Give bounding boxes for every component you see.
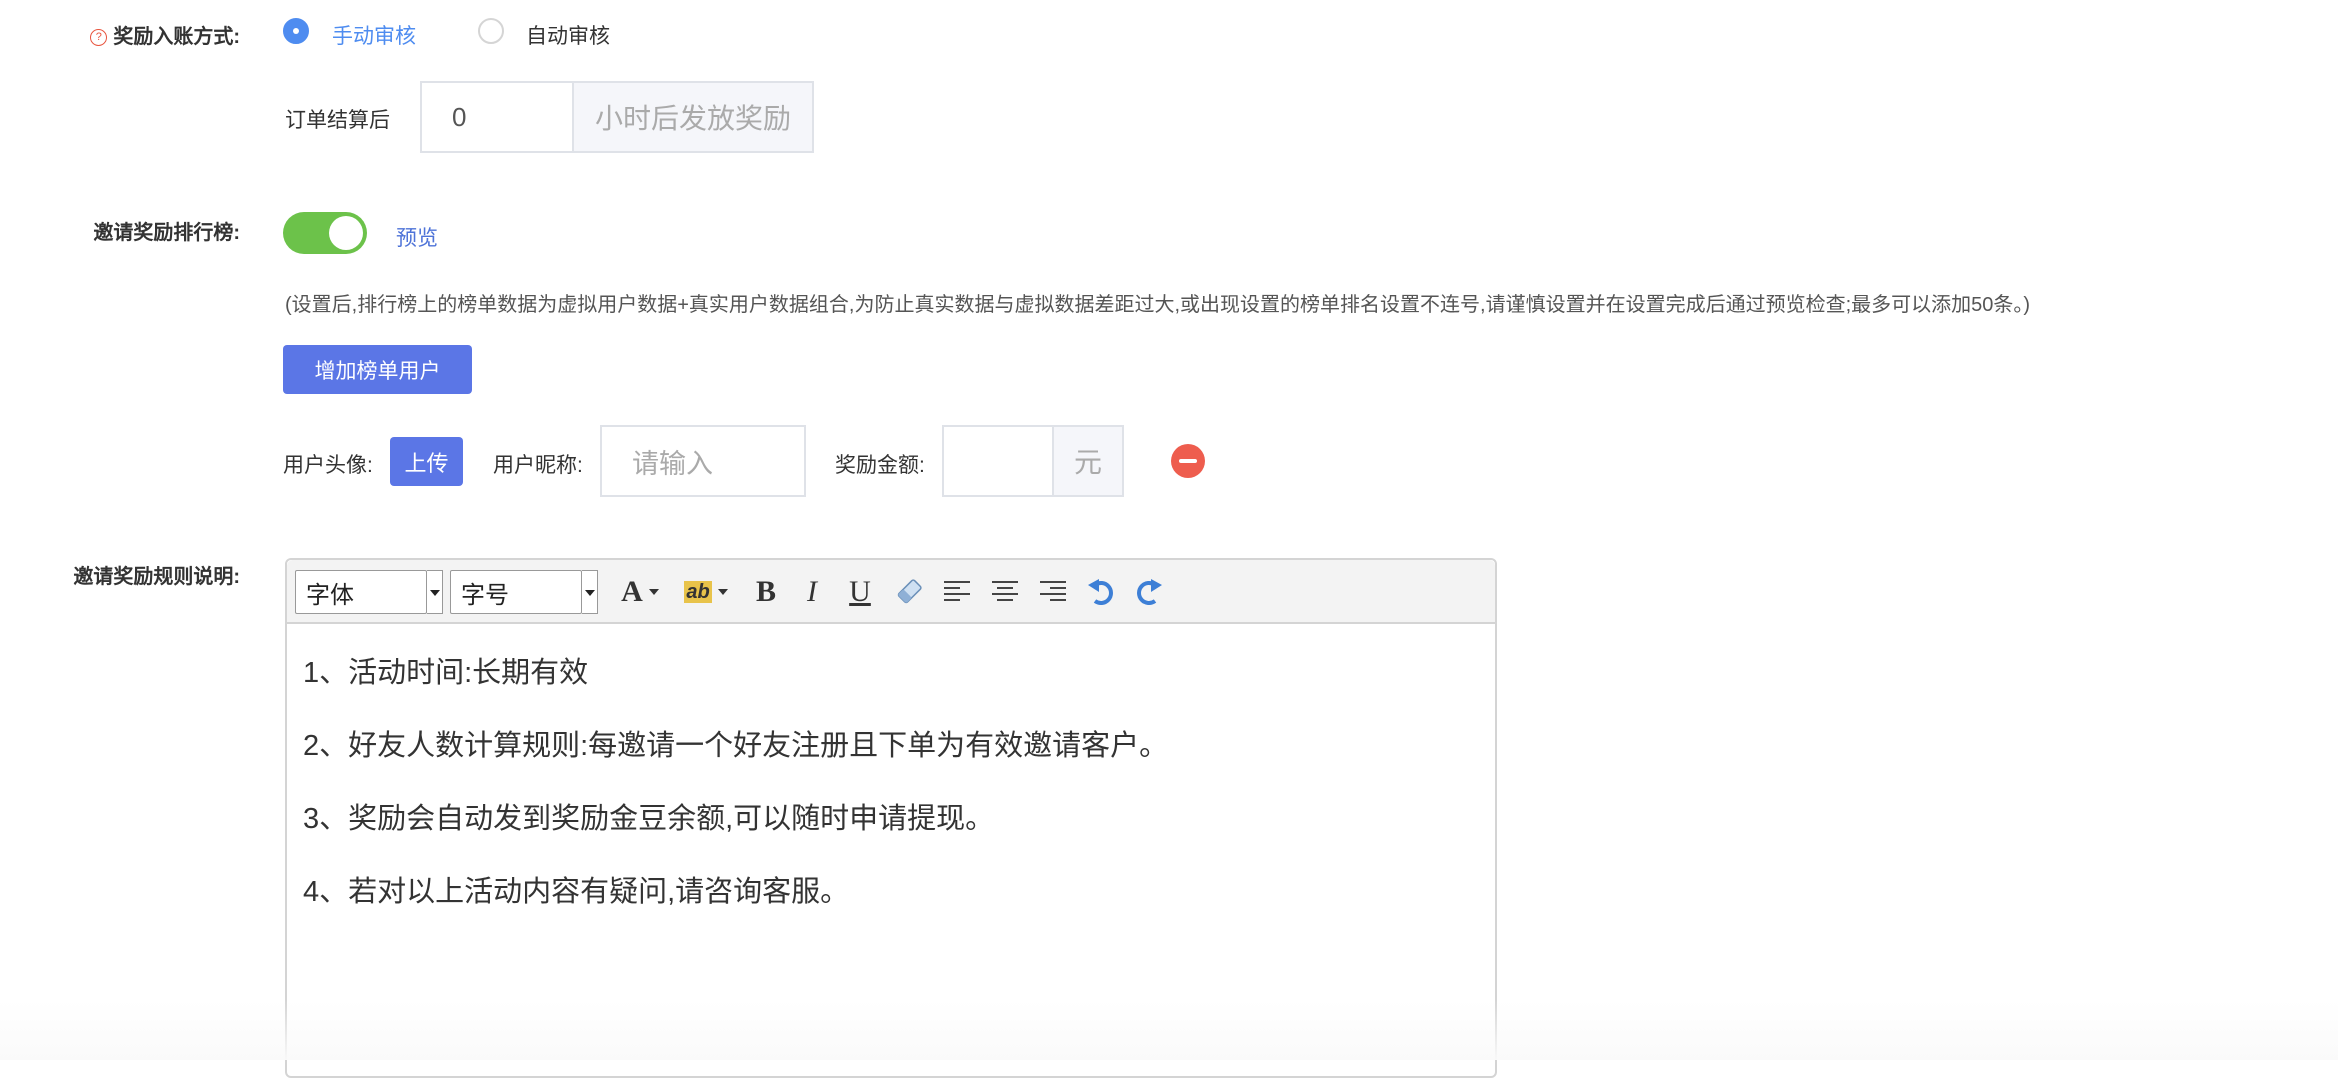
radio-manual-review-label[interactable]: 手动审核 — [332, 20, 416, 50]
underline-icon[interactable]: U — [843, 572, 877, 612]
amount-unit: 元 — [1054, 425, 1124, 497]
help-icon[interactable]: ? — [90, 29, 108, 46]
eraser-icon[interactable] — [891, 572, 927, 612]
rules-label: 邀请奖励规则说明: — [73, 566, 240, 588]
preview-link[interactable]: 预览 — [396, 222, 438, 252]
align-right-svg — [1040, 581, 1066, 601]
avatar-label: 用户头像: — [283, 454, 373, 477]
font-family-select[interactable]: 字体 — [295, 570, 427, 614]
eraser-svg — [897, 579, 922, 604]
settlement-hours-suffix: 小时后发放奖励 — [574, 81, 814, 153]
add-ranking-user-button[interactable]: 增加榜单用户 — [283, 345, 472, 394]
ranking-note: (设置后,排行榜上的榜单数据为虚拟用户数据+真实用户数据组合,为防止真实数据与虚… — [285, 294, 2031, 316]
radio-manual-review[interactable] — [283, 18, 309, 44]
font-size-select[interactable]: 字号 — [450, 570, 582, 614]
amount-label: 奖励金额: — [835, 454, 925, 477]
rule-line: 1、活动时间:长期有效 — [303, 657, 589, 689]
redo-svg — [1137, 579, 1162, 605]
highlight-glyph: ab — [684, 581, 712, 603]
upload-avatar-button[interactable]: 上传 — [390, 437, 463, 486]
toggle-knob — [329, 216, 363, 250]
reward-method-label: ? 奖励入账方式: — [90, 20, 240, 49]
align-left-icon[interactable] — [939, 572, 975, 612]
rule-line: 2、好友人数计算规则:每邀请一个好友注册且下单为有效邀请客户。 — [303, 730, 1169, 762]
bottom-fade — [0, 1000, 2338, 1060]
nickname-input[interactable]: 请输入 — [600, 425, 806, 497]
redo-icon[interactable] — [1131, 572, 1167, 612]
editor-toolbar: 字体 字号 A ab B I U — [287, 560, 1495, 624]
rule-line: 3、奖励会自动发到奖励金豆余额,可以随时申请提现。 — [303, 803, 995, 835]
ranking-toggle[interactable] — [283, 212, 367, 254]
highlight-icon[interactable]: ab — [677, 572, 735, 612]
settlement-prefix: 订单结算后 — [285, 109, 390, 132]
nickname-label: 用户昵称: — [493, 454, 583, 477]
amount-input[interactable] — [942, 425, 1054, 497]
font-size-dropdown-icon[interactable] — [582, 570, 598, 614]
bold-icon[interactable]: B — [749, 572, 783, 612]
undo-icon[interactable] — [1083, 572, 1119, 612]
align-center-icon[interactable] — [987, 572, 1023, 612]
font-color-glyph: A — [621, 575, 643, 608]
italic-icon[interactable]: I — [795, 572, 829, 612]
settlement-hours-input[interactable]: 0 — [420, 81, 574, 153]
undo-svg — [1088, 579, 1113, 605]
radio-auto-review-label[interactable]: 自动审核 — [526, 20, 610, 50]
font-family-dropdown-icon[interactable] — [427, 570, 443, 614]
align-left-svg — [944, 581, 970, 601]
ranking-label: 邀请奖励排行榜: — [93, 222, 240, 244]
reward-method-label-text: 奖励入账方式: — [113, 26, 240, 48]
align-center-svg — [992, 581, 1018, 601]
radio-auto-review[interactable] — [478, 18, 504, 44]
rule-line: 4、若对以上活动内容有疑问,请咨询客服。 — [303, 876, 850, 908]
align-right-icon[interactable] — [1035, 572, 1071, 612]
remove-row-button[interactable] — [1171, 444, 1205, 478]
font-color-icon[interactable]: A — [615, 572, 665, 612]
